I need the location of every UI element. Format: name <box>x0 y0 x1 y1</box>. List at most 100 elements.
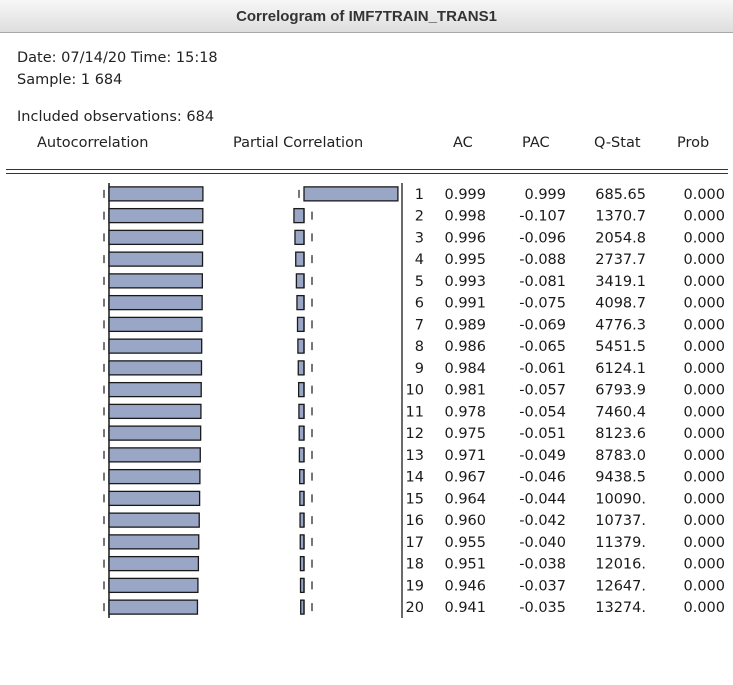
lag-cell: 16 <box>406 513 424 529</box>
pac-value-cell: -0.035 <box>519 600 566 616</box>
ac-value-cell: 0.998 <box>444 209 486 225</box>
ac-bar <box>108 490 201 507</box>
qstat-value-cell: 2737.7 <box>595 252 646 268</box>
pac-bar <box>295 251 305 267</box>
lag-cell: 19 <box>406 578 424 594</box>
qstat-value-cell: 2054.8 <box>595 230 646 246</box>
pac-value-cell: -0.040 <box>519 535 566 551</box>
qstat-value-cell: 13274. <box>595 600 646 616</box>
ac-value-cell: 0.971 <box>444 448 486 464</box>
ac-value-cell: 0.993 <box>444 274 486 290</box>
pac-bar <box>296 316 305 333</box>
ac-value-cell: 0.984 <box>444 361 486 377</box>
pac-value-cell: -0.065 <box>519 339 566 355</box>
ac-value-cell: 0.986 <box>444 339 486 355</box>
ac-value-cell: 0.964 <box>444 491 486 507</box>
ac-bar <box>108 294 203 311</box>
lag-cell: 3 <box>415 230 424 246</box>
ac-bar <box>108 338 203 354</box>
pac-value-cell: -0.051 <box>519 426 566 442</box>
lag-cell: 9 <box>415 361 424 377</box>
pac-bar <box>295 273 305 289</box>
ac-value-cell: 0.975 <box>444 426 486 442</box>
pac-bar <box>296 294 305 311</box>
ac-value-cell: 0.978 <box>444 404 486 420</box>
correlogram-table: 1 0.999 0.999 685.65 0.000 2 0.998 -0.107 1370.7… <box>103 183 725 618</box>
pac-value-cell: -0.107 <box>519 209 566 225</box>
pac-bar <box>298 403 305 420</box>
ac-bar <box>108 360 203 376</box>
pac-value-cell: -0.037 <box>519 578 566 594</box>
ac-bar <box>108 447 201 463</box>
pac-value-cell: -0.069 <box>519 317 566 333</box>
prob-value-cell: 0.000 <box>683 535 725 551</box>
lag-cell: 14 <box>406 470 424 486</box>
pac-value-cell: -0.042 <box>519 513 566 529</box>
qstat-value-cell: 7460.4 <box>595 404 646 420</box>
pac-value-cell: -0.038 <box>519 557 566 573</box>
pac-value-cell: -0.088 <box>519 252 566 268</box>
lag-cell: 20 <box>406 600 424 616</box>
pac-value-cell: -0.096 <box>519 230 566 246</box>
qstat-value-cell: 10090. <box>595 491 646 507</box>
ac-bar <box>108 555 200 572</box>
prob-value-cell: 0.000 <box>683 296 725 312</box>
qstat-value-cell: 10737. <box>595 513 646 529</box>
qstat-value-cell: 685.65 <box>595 187 646 203</box>
qstat-value-cell: 6793.9 <box>595 383 646 399</box>
lag-cell: 18 <box>406 557 424 573</box>
pac-value-cell: -0.044 <box>519 491 566 507</box>
ac-value-cell: 0.999 <box>444 187 486 203</box>
qstat-value-cell: 6124.1 <box>595 361 646 377</box>
ac-value-cell: 0.995 <box>444 252 486 268</box>
lag-cell: 11 <box>406 404 424 420</box>
prob-value-cell: 0.000 <box>683 187 725 203</box>
lag-cell: 10 <box>406 383 424 399</box>
pac-value-cell: 0.999 <box>524 187 566 203</box>
pac-value-cell: -0.049 <box>519 448 566 464</box>
prob-value-cell: 0.000 <box>683 448 725 464</box>
lag-cell: 5 <box>415 274 424 290</box>
ac-bar <box>108 381 202 398</box>
ac-bar <box>108 207 204 224</box>
qstat-value-cell: 8123.6 <box>595 426 646 442</box>
prob-value-cell: 0.000 <box>683 404 725 420</box>
lag-cell: 8 <box>415 339 424 355</box>
ac-value-cell: 0.955 <box>444 535 486 551</box>
pac-bar <box>298 447 305 463</box>
ac-value-cell: 0.951 <box>444 557 486 573</box>
prob-value-cell: 0.000 <box>683 578 725 594</box>
qstat-value-cell: 12647. <box>595 578 646 594</box>
ac-value-cell: 0.996 <box>444 230 486 246</box>
lag-cell: 7 <box>415 317 424 333</box>
prob-value-cell: 0.000 <box>683 491 725 507</box>
prob-value-cell: 0.000 <box>683 513 725 529</box>
pac-value-cell: -0.061 <box>519 361 566 377</box>
prob-value-cell: 0.000 <box>683 230 725 246</box>
pac-value-cell: -0.081 <box>519 274 566 290</box>
ac-bar <box>108 229 204 246</box>
pac-bar <box>298 425 305 441</box>
qstat-value-cell: 11379. <box>595 535 646 551</box>
pac-bar <box>297 360 305 376</box>
pac-bar <box>297 381 305 398</box>
prob-value-cell: 0.000 <box>683 361 725 377</box>
lag-cell: 12 <box>406 426 424 442</box>
ac-value-cell: 0.991 <box>444 296 486 312</box>
ac-bar <box>108 577 199 594</box>
prob-value-cell: 0.000 <box>683 209 725 225</box>
ac-value-cell: 0.989 <box>444 317 486 333</box>
correlogram-window: Correlogram of IMF7TRAIN_TRANS1 Date: 07… <box>0 0 733 685</box>
pac-bar <box>293 207 305 224</box>
prob-value-cell: 0.000 <box>683 557 725 573</box>
lag-cell: 13 <box>406 448 424 464</box>
ac-bar <box>108 186 204 202</box>
lag-cell: 17 <box>406 535 424 551</box>
lag-cell: 6 <box>415 296 424 312</box>
ac-value-cell: 0.981 <box>444 383 486 399</box>
ac-bar <box>108 316 203 333</box>
pac-bar <box>294 229 305 246</box>
ac-bar <box>108 403 202 420</box>
ac-bar <box>108 273 203 289</box>
pac-value-cell: -0.057 <box>519 383 566 399</box>
